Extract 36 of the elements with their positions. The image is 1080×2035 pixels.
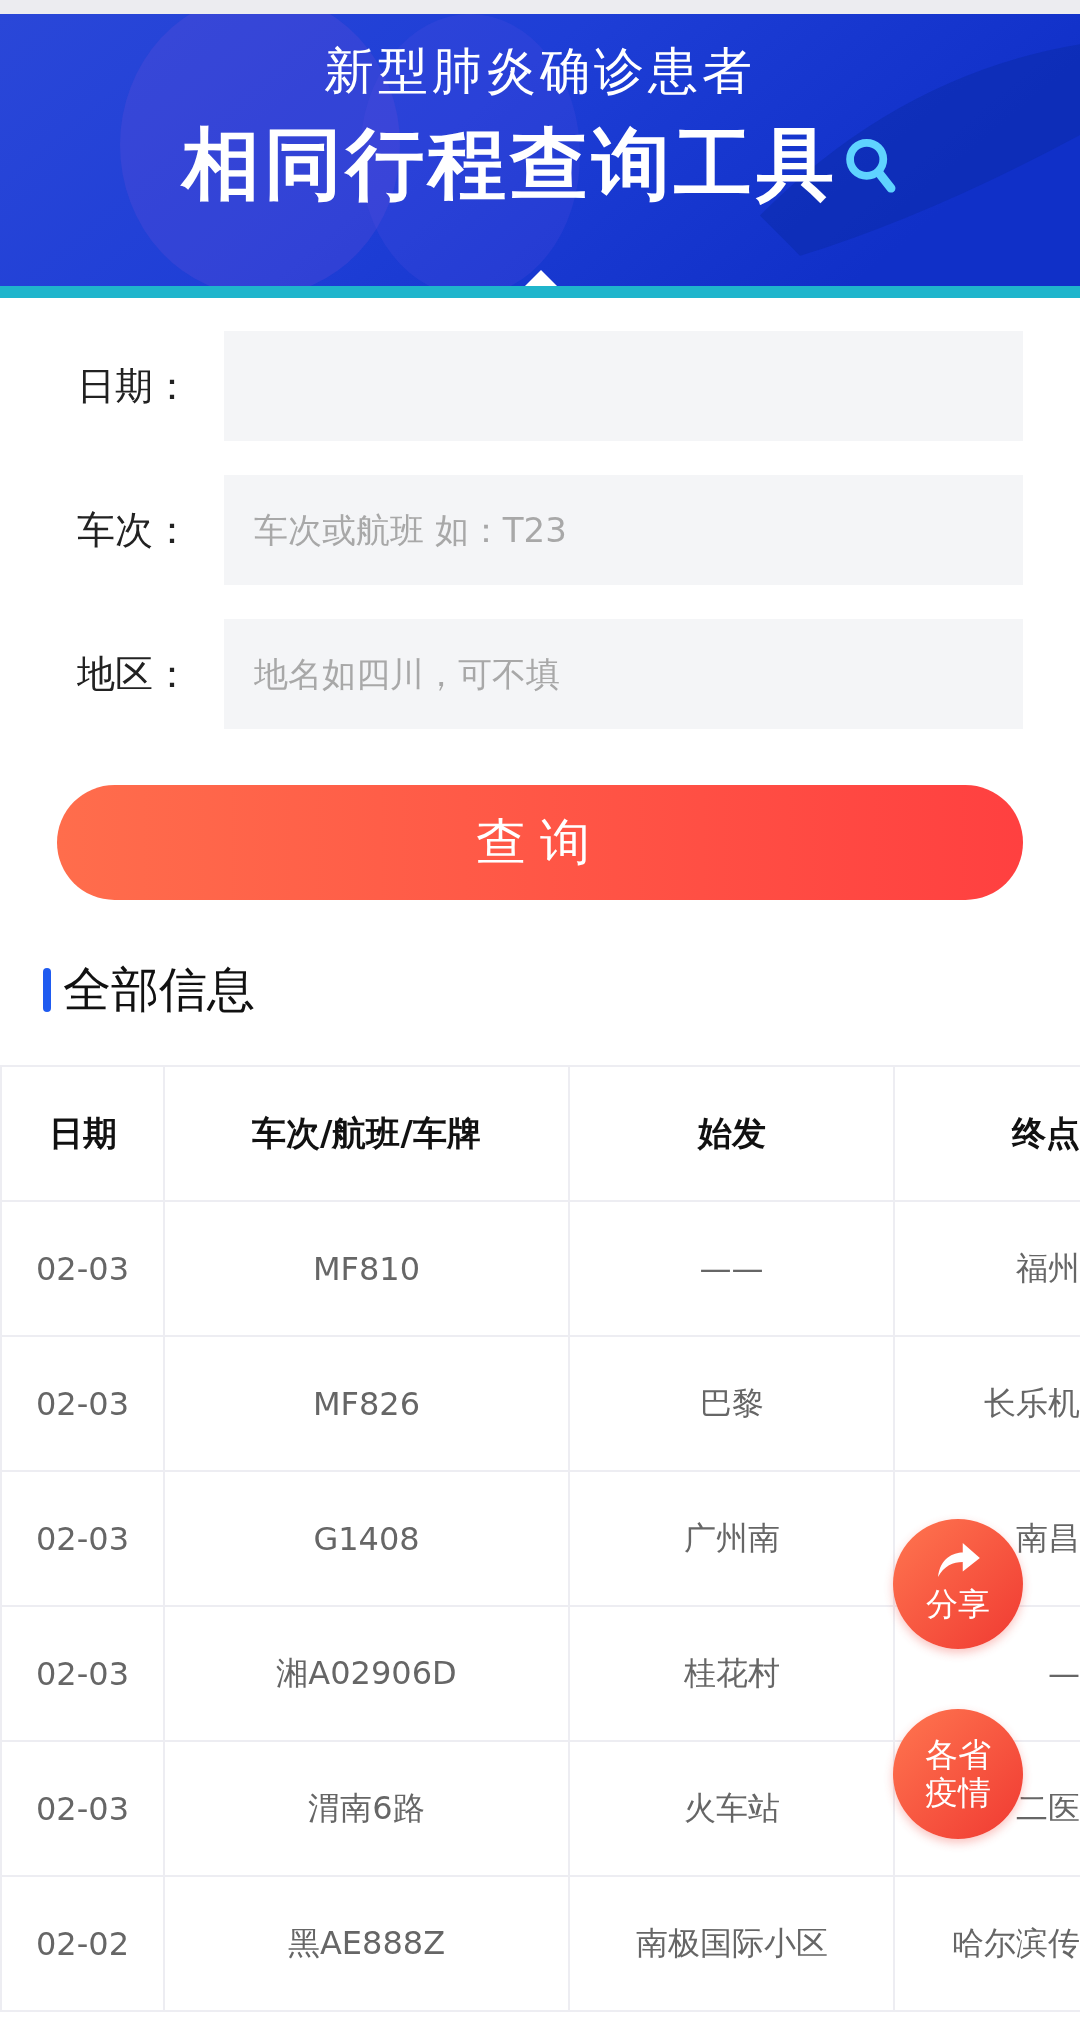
table-cell: MF826 xyxy=(312,1384,421,1423)
table-cell: 桂花村 xyxy=(683,1653,780,1692)
field-label: 日期： xyxy=(76,362,192,410)
input-field[interactable]: 地名如四川，可不填 xyxy=(224,619,1023,729)
table-cell: 长乐机 xyxy=(984,1383,1079,1422)
table-cell: 广州南 xyxy=(683,1518,780,1557)
banner-title: 相同行程查询工具 xyxy=(182,118,838,211)
table-cell: 02-03 xyxy=(36,1384,129,1423)
table-cell: 哈尔滨传 xyxy=(952,1923,1079,1962)
table-cell: — xyxy=(1048,1654,1079,1693)
query-button[interactable]: 查询 xyxy=(57,785,1023,900)
accent-bar xyxy=(43,968,51,1012)
table-cell: 湘A02906D xyxy=(276,1653,457,1692)
table-cell: 南极国际小区 xyxy=(635,1923,828,1962)
table-cell: 02-03 xyxy=(36,1654,129,1693)
column-header: 日期 xyxy=(48,1112,117,1153)
banner-subtitle: 新型肺炎确诊患者 xyxy=(324,41,756,102)
table-cell: 福州 xyxy=(1016,1248,1079,1287)
column-header: 终点 xyxy=(1012,1112,1079,1153)
table-cell: 02-03 xyxy=(36,1249,129,1288)
input-field[interactable]: 车次或航班 如：T23 xyxy=(224,475,1023,585)
table-cell: 黑AE888Z xyxy=(287,1923,446,1962)
table-cell: 巴黎 xyxy=(699,1383,764,1422)
field-label: 车次： xyxy=(76,506,192,554)
table-cell: 02-03 xyxy=(36,1519,129,1558)
table-cell: G1408 xyxy=(313,1519,420,1558)
column-header: 车次/航班/车牌 xyxy=(252,1112,481,1153)
section-title: 全部信息 xyxy=(63,960,255,1019)
table-cell: 02-03 xyxy=(36,1789,129,1828)
column-header: 始发 xyxy=(697,1112,766,1153)
table-cell: —— xyxy=(699,1249,764,1288)
table-cell: MF810 xyxy=(312,1249,421,1288)
table-cell: 火车站 xyxy=(683,1788,780,1827)
field-label: 地区： xyxy=(76,650,192,698)
table-cell: 渭南6路 xyxy=(308,1788,425,1827)
table-cell: 02-02 xyxy=(36,1924,129,1963)
